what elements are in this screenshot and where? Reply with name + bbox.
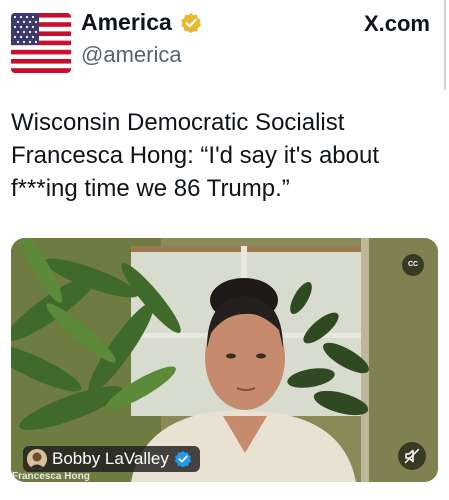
brand-label: X.com (363, 11, 430, 36)
tweet-line: Wisconsin Democratic Socialist (11, 109, 345, 136)
handle[interactable]: @america (81, 42, 182, 68)
verified-gold-badge-icon (180, 12, 202, 34)
scrollbar[interactable] (444, 0, 446, 90)
muted-speaker-icon[interactable] (398, 442, 426, 470)
us-flag-icon[interactable] (11, 13, 71, 73)
post-header: America @america X.com (0, 0, 449, 90)
credit-name: Bobby LaValley (52, 449, 169, 468)
verified-blue-badge-icon (174, 450, 192, 468)
tweet-line: Francesca Hong: “I'd say it's about (11, 142, 380, 169)
video-player[interactable]: CC Bobby LaValley Francesca Hong (11, 238, 438, 482)
credit-avatar (27, 449, 47, 469)
lower-third-caption: Francesca Hong (12, 471, 90, 482)
tweet-line: f***ing time we 86 Trump.” (11, 175, 290, 202)
tweet-text: Wisconsin Democratic Socialist Francesca… (11, 106, 436, 205)
video-credit[interactable]: Bobby LaValley (23, 446, 200, 472)
display-name[interactable]: America (81, 9, 172, 36)
closed-captions-icon[interactable]: CC (402, 254, 424, 276)
